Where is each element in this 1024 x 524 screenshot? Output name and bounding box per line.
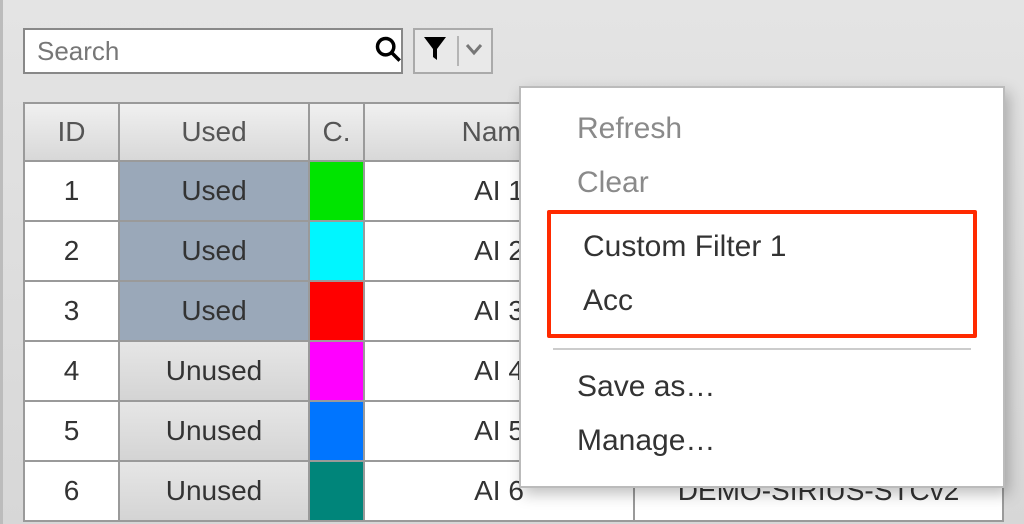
menu-save-as[interactable]: Save as… xyxy=(549,360,975,414)
col-header-color[interactable]: C. xyxy=(309,103,364,161)
cell-id: 1 xyxy=(24,161,119,221)
menu-separator xyxy=(553,348,971,350)
menu-clear[interactable]: Clear xyxy=(549,156,975,210)
col-header-id[interactable]: ID xyxy=(24,103,119,161)
custom-filters-highlight: Custom Filter 1 Acc xyxy=(547,210,977,338)
search-icon[interactable] xyxy=(374,35,402,68)
menu-refresh[interactable]: Refresh xyxy=(549,102,975,156)
cell-color-swatch[interactable] xyxy=(309,401,364,461)
cell-id: 3 xyxy=(24,281,119,341)
cell-used[interactable]: Unused xyxy=(119,401,309,461)
filter-dropdown-button[interactable] xyxy=(413,28,493,74)
cell-used[interactable]: Used xyxy=(119,161,309,221)
cell-color-swatch[interactable] xyxy=(309,341,364,401)
app-frame: ID Used C. Name 1UsedAI 12UsedAI 23UsedA… xyxy=(0,0,1024,524)
search-input[interactable] xyxy=(35,35,374,68)
cell-id: 4 xyxy=(24,341,119,401)
button-divider xyxy=(457,36,459,66)
cell-color-swatch[interactable] xyxy=(309,281,364,341)
chevron-down-icon xyxy=(465,42,483,61)
funnel-icon xyxy=(423,36,447,67)
cell-color-swatch[interactable] xyxy=(309,461,364,521)
col-header-used[interactable]: Used xyxy=(119,103,309,161)
menu-manage[interactable]: Manage… xyxy=(549,414,975,468)
cell-used[interactable]: Used xyxy=(119,281,309,341)
search-box[interactable] xyxy=(23,28,403,74)
cell-id: 5 xyxy=(24,401,119,461)
cell-id: 2 xyxy=(24,221,119,281)
menu-custom-filter-1[interactable]: Custom Filter 1 xyxy=(555,220,969,274)
cell-used[interactable]: Unused xyxy=(119,461,309,521)
cell-color-swatch[interactable] xyxy=(309,221,364,281)
toolbar xyxy=(3,0,1024,92)
cell-used[interactable]: Used xyxy=(119,221,309,281)
cell-id: 6 xyxy=(24,461,119,521)
menu-acc[interactable]: Acc xyxy=(555,274,969,328)
filter-context-menu: Refresh Clear Custom Filter 1 Acc Save a… xyxy=(519,86,1005,488)
cell-used[interactable]: Unused xyxy=(119,341,309,401)
cell-color-swatch[interactable] xyxy=(309,161,364,221)
